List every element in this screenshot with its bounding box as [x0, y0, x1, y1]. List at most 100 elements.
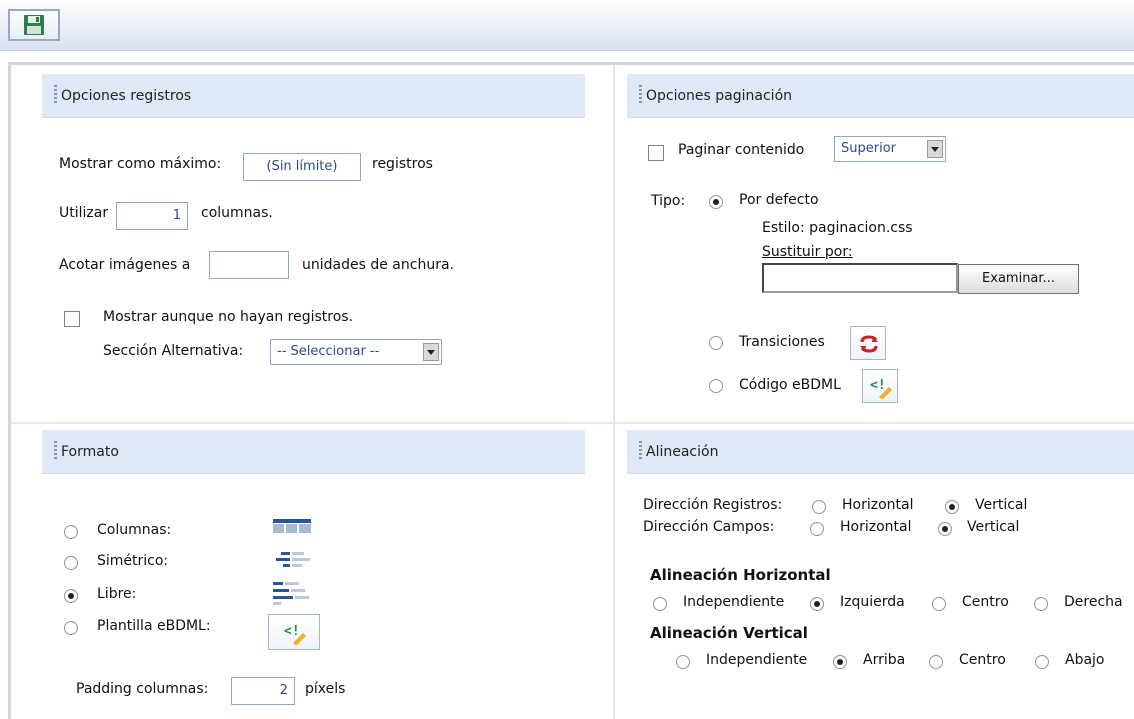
registros-horizontal-label: Horizontal: [842, 497, 914, 513]
h-centro-label: Centro: [962, 594, 1009, 610]
padding-label: Padding columnas:: [76, 681, 209, 697]
radio-h-izquierda[interactable]: [810, 597, 824, 611]
paginar-label: Paginar contenido: [678, 142, 805, 158]
radio-campos-vertical[interactable]: [938, 522, 952, 536]
radio-h-centro[interactable]: [932, 597, 946, 611]
row-divider: [11, 422, 1134, 424]
v-arriba-label: Arriba: [863, 652, 906, 668]
max-records-label: Mostrar como máximo:: [59, 156, 222, 172]
columns-label: Utilizar: [59, 205, 109, 221]
paginacion-title: Opciones paginación: [646, 88, 793, 104]
simetrico-label: Simétrico:: [97, 553, 169, 569]
chevron-down-icon[interactable]: [423, 343, 439, 361]
transiciones-label: Transiciones: [739, 334, 825, 350]
radio-registros-vertical[interactable]: [945, 500, 959, 514]
registros-vertical-label: Vertical: [975, 497, 1028, 513]
image-width-label: Acotar imágenes a: [59, 257, 191, 273]
ebdml-code-icon: <!: [870, 378, 892, 399]
tipo-label: Tipo:: [651, 193, 686, 209]
alineacion-title: Alineación: [646, 444, 719, 460]
toolbar: [0, 0, 1134, 51]
free-layout-icon: [273, 582, 309, 605]
grip-icon: [639, 85, 642, 103]
show-empty-label: Mostrar aunque no hayan registros.: [103, 309, 354, 325]
padding-suffix: píxels: [305, 681, 346, 697]
registros-header: Opciones registros: [42, 74, 585, 118]
browse-button[interactable]: Examinar...: [958, 264, 1079, 294]
floppy-disk-icon: [24, 15, 44, 35]
v-align-title: Alineación Vertical: [650, 624, 808, 642]
svg-text:<!: <!: [870, 378, 886, 393]
paginar-checkbox[interactable]: [648, 145, 664, 161]
symmetric-layout-icon: [276, 552, 310, 567]
frame-border-left: [8, 62, 11, 719]
radio-v-abajo[interactable]: [1035, 655, 1049, 669]
radio-transiciones[interactable]: [709, 336, 723, 350]
save-button[interactable]: [8, 9, 60, 41]
paginacion-header: Opciones paginación: [627, 74, 1134, 118]
h-align-title: Alineación Horizontal: [650, 566, 831, 584]
columns-layout-icon: [273, 519, 311, 533]
radio-v-centro[interactable]: [929, 655, 943, 669]
radio-v-independiente[interactable]: [676, 655, 690, 669]
grip-icon: [54, 85, 57, 103]
pagination-position-select[interactable]: Superior: [834, 136, 946, 162]
max-records-input[interactable]: (Sin límite): [243, 153, 361, 181]
alineacion-header: Alineación: [627, 430, 1134, 474]
column-divider: [613, 65, 615, 719]
campos-horizontal-label: Horizontal: [840, 519, 912, 535]
alt-section-value: -- Seleccionar --: [277, 344, 380, 359]
columnas-label: Columnas:: [97, 522, 172, 538]
radio-columnas[interactable]: [64, 525, 78, 539]
show-empty-checkbox[interactable]: [64, 311, 80, 327]
image-width-suffix: unidades de anchura.: [302, 257, 454, 273]
radio-h-derecha[interactable]: [1034, 597, 1048, 611]
ebdml-template-button[interactable]: <!: [268, 614, 320, 650]
radio-codigo-ebdml[interactable]: [709, 379, 723, 393]
frame-border-top: [8, 62, 1134, 65]
h-derecha-label: Derecha: [1064, 594, 1123, 610]
grip-icon: [54, 441, 57, 459]
ebdml-template-icon: <!: [284, 624, 306, 645]
radio-libre[interactable]: [64, 589, 78, 603]
alt-section-select[interactable]: -- Seleccionar --: [270, 339, 442, 365]
pagination-position-value: Superior: [841, 141, 896, 156]
transitions-icon: [860, 335, 878, 353]
formato-header: Formato: [42, 430, 585, 474]
v-abajo-label: Abajo: [1065, 652, 1105, 668]
dir-campos-label: Dirección Campos:: [643, 519, 775, 535]
alt-section-label: Sección Alternativa:: [103, 343, 244, 359]
radio-plantilla-ebdml[interactable]: [64, 621, 78, 635]
por-defecto-label: Por defecto: [739, 192, 819, 208]
h-independiente-label: Independiente: [683, 594, 785, 610]
radio-simetrico[interactable]: [64, 556, 78, 570]
chevron-down-icon[interactable]: [927, 140, 943, 158]
radio-h-independiente[interactable]: [653, 597, 667, 611]
libre-label: Libre:: [97, 586, 137, 602]
plantilla-ebdml-label: Plantilla eBDML:: [97, 618, 211, 634]
estilo-text: Estilo: paginacion.css: [762, 220, 913, 236]
radio-registros-horizontal[interactable]: [812, 500, 826, 514]
sustituir-label: Sustituir por:: [762, 244, 853, 260]
registros-title: Opciones registros: [61, 88, 192, 104]
max-records-suffix: registros: [372, 156, 433, 172]
campos-vertical-label: Vertical: [967, 519, 1020, 535]
transitions-button[interactable]: [850, 326, 886, 360]
radio-por-defecto[interactable]: [709, 195, 723, 209]
h-izquierda-label: Izquierda: [840, 594, 905, 610]
ebdml-code-button[interactable]: <!: [862, 369, 898, 403]
columns-input[interactable]: 1: [116, 202, 188, 230]
v-independiente-label: Independiente: [706, 652, 808, 668]
columns-suffix: columnas.: [201, 205, 273, 221]
image-width-input[interactable]: [209, 251, 289, 279]
dir-registros-label: Dirección Registros:: [643, 497, 783, 513]
radio-campos-horizontal[interactable]: [810, 522, 824, 536]
radio-v-arriba[interactable]: [833, 655, 847, 669]
padding-input[interactable]: 2: [231, 677, 295, 705]
formato-title: Formato: [61, 444, 119, 460]
replace-file-input[interactable]: [762, 263, 958, 293]
grip-icon: [639, 441, 642, 459]
codigo-ebdml-label: Código eBDML: [739, 377, 841, 393]
svg-text:<!: <!: [284, 624, 300, 639]
v-centro-label: Centro: [959, 652, 1006, 668]
